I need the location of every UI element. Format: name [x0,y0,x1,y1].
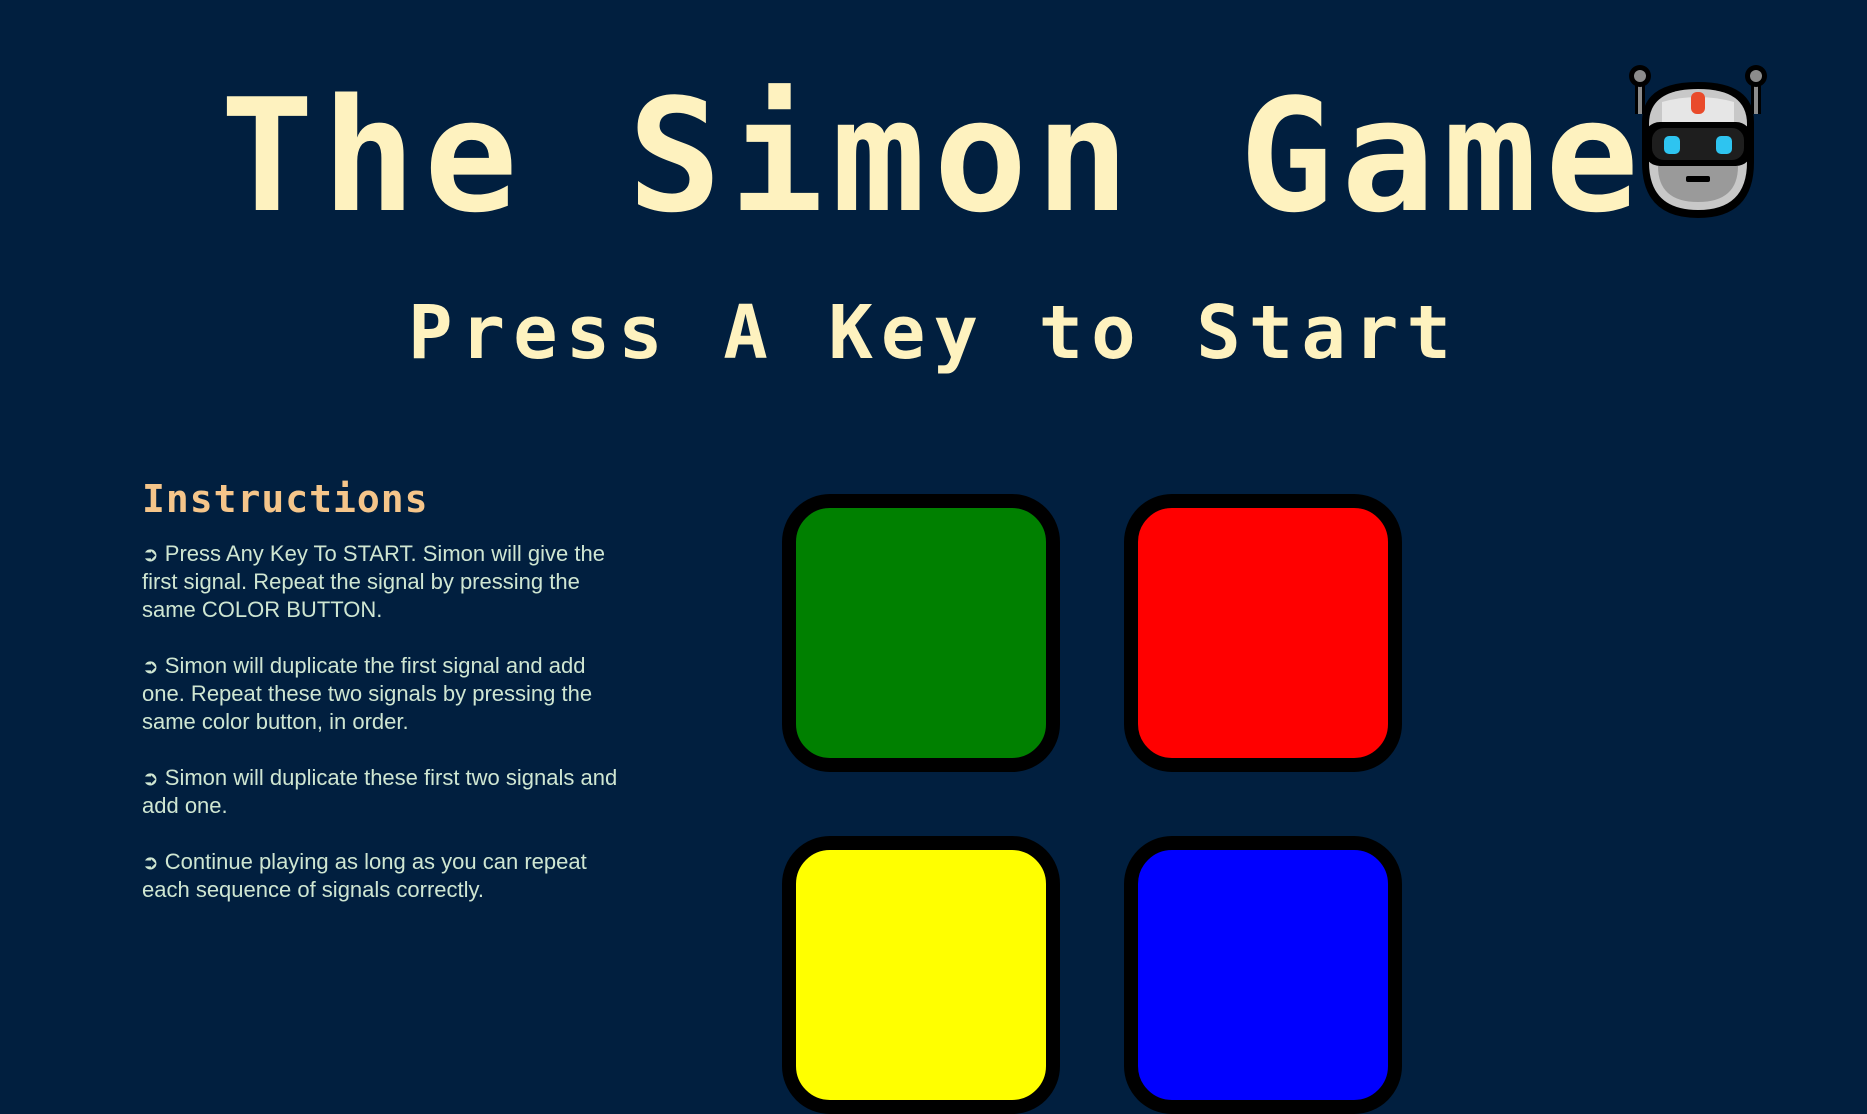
instruction-text: Simon will duplicate the first signal an… [142,653,593,734]
green-button[interactable] [782,494,1060,772]
instruction-text: Continue playing as long as you can repe… [142,849,587,902]
header: The Simon Game [0,0,1867,240]
page-title: The Simon Game [220,65,1647,247]
instruction-text: Simon will duplicate these first two sig… [142,765,618,818]
arrow-bullet-icon: ➲ [142,850,159,874]
instruction-text: Press Any Key To START. Simon will give … [142,541,605,622]
level-title: Press A Key to Start [407,290,1460,376]
instructions-panel: Instructions ➲ Press Any Key To START. Si… [142,480,622,932]
instruction-item: ➲ Press Any Key To START. Simon will give… [142,540,622,624]
instruction-item: ➲ Simon will duplicate these first two si… [142,764,622,820]
instruction-item: ➲ Continue playing as long as you can rep… [142,848,622,904]
red-button[interactable] [1124,494,1402,772]
blue-button[interactable] [1124,836,1402,1114]
arrow-bullet-icon: ➲ [142,766,159,790]
instruction-item: ➲ Simon will duplicate the first signal a… [142,652,622,736]
arrow-bullet-icon: ➲ [142,654,159,678]
robot-icon [1622,62,1774,218]
instructions-heading: Instructions [142,477,429,521]
yellow-button[interactable] [782,836,1060,1114]
arrow-bullet-icon: ➲ [142,542,159,566]
